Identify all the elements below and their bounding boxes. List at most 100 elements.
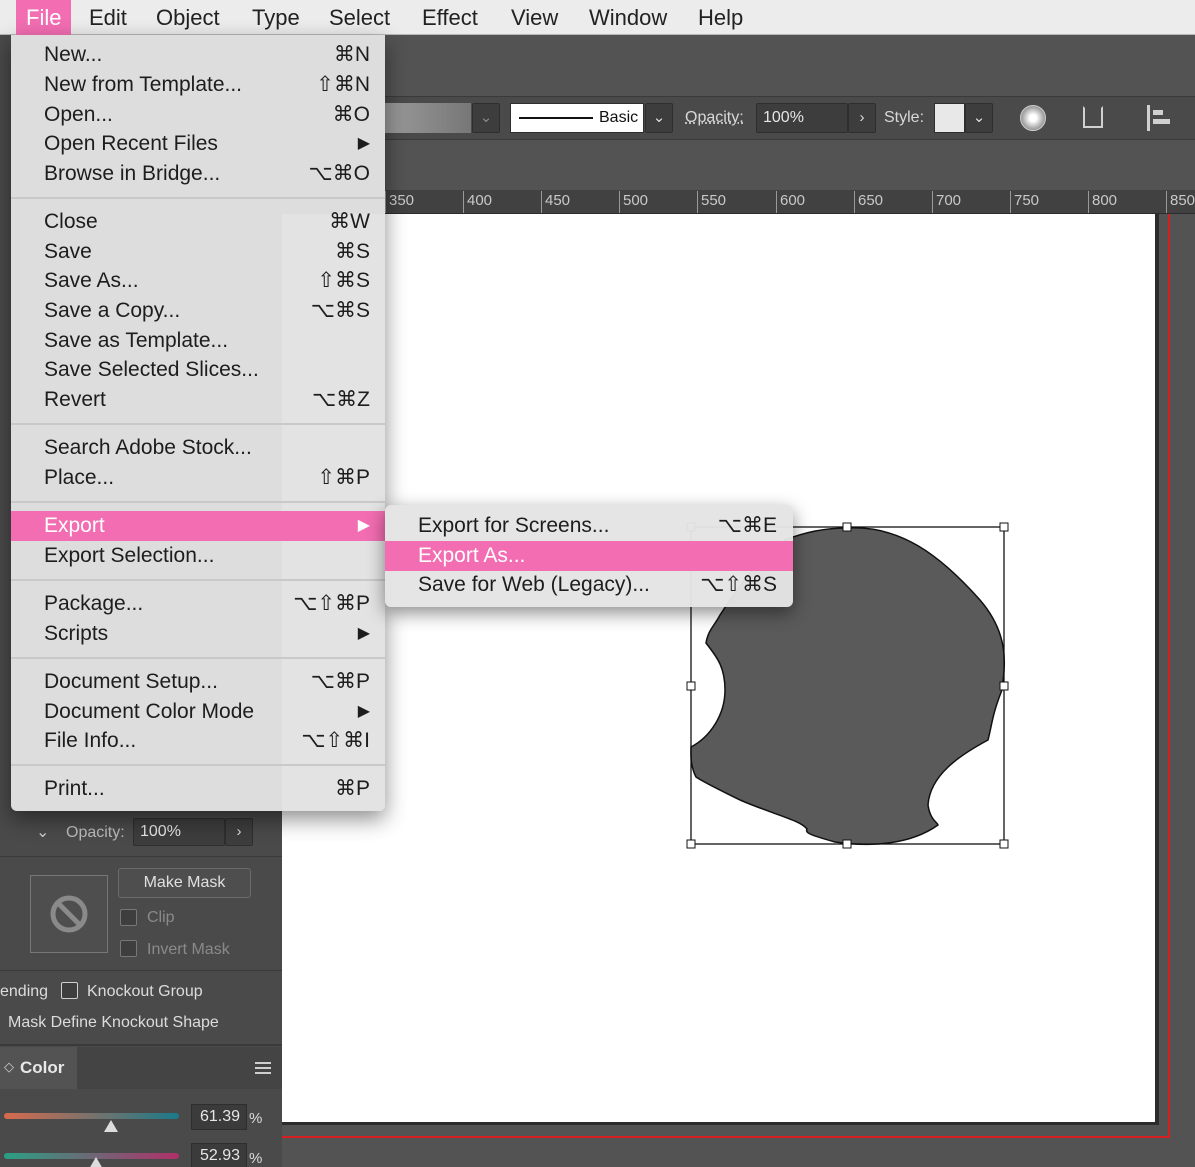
- menu-item-document-color-mode[interactable]: Document Color Mode ▶: [11, 697, 385, 727]
- menu-item-save-for-web[interactable]: Save for Web (Legacy)... ⌥⇧⌘S: [385, 570, 793, 600]
- menu-item-revert[interactable]: Revert ⌥⌘Z: [11, 385, 385, 415]
- menu-view[interactable]: View: [501, 0, 568, 35]
- opacity-field[interactable]: 100%: [133, 818, 225, 846]
- knockout-group-checkbox[interactable]: [61, 982, 78, 999]
- chevron-right-icon[interactable]: ›: [225, 818, 253, 846]
- menu-object[interactable]: Object: [146, 0, 230, 35]
- clip-checkbox[interactable]: [120, 909, 137, 926]
- fill-swatch-gradient[interactable]: [385, 103, 471, 133]
- export-submenu: Export for Screens... ⌥⌘E Export As... Sa…: [385, 505, 793, 607]
- chevron-right-icon[interactable]: ›: [848, 103, 876, 133]
- chevron-down-icon[interactable]: ⌄: [645, 103, 673, 133]
- handle-ml[interactable]: [686, 681, 696, 691]
- handle-bc[interactable]: [842, 839, 852, 849]
- invert-mask-checkbox[interactable]: [120, 940, 137, 957]
- ruler-tick: 700: [932, 191, 961, 213]
- artboard-edge: [282, 1122, 1159, 1125]
- menu-separator: [11, 579, 385, 581]
- opacity-field[interactable]: 100%: [756, 103, 848, 133]
- menu-item-package[interactable]: Package... ⌥⇧⌘P: [11, 589, 385, 619]
- handle-br[interactable]: [999, 839, 1009, 849]
- handle-bl[interactable]: [686, 839, 696, 849]
- menu-item-place[interactable]: Place... ⇧⌘P: [11, 463, 385, 493]
- menu-separator: [11, 423, 385, 425]
- isolate-blending-label: ending: [0, 983, 49, 1000]
- menu-item-export-as[interactable]: Export As...: [385, 541, 793, 571]
- color-value-2[interactable]: 52.93: [191, 1143, 247, 1167]
- menu-item-document-setup[interactable]: Document Setup... ⌥⌘P: [11, 667, 385, 697]
- menu-item-open-recent[interactable]: Open Recent Files ▶: [11, 129, 385, 159]
- make-mask-button[interactable]: Make Mask: [118, 868, 251, 898]
- submenu-arrow-icon: ▶: [357, 517, 370, 534]
- ruler-tick: 500: [619, 191, 648, 213]
- color-slider-1[interactable]: [4, 1113, 179, 1119]
- menu-type[interactable]: Type: [242, 0, 310, 35]
- menu-item-open[interactable]: Open... ⌘O: [11, 100, 385, 130]
- menu-separator: [11, 657, 385, 659]
- ruler-tick: 850: [1166, 191, 1195, 213]
- ruler-tick: 800: [1088, 191, 1117, 213]
- ruler-tick: 350: [385, 191, 414, 213]
- menu-edit[interactable]: Edit: [79, 0, 137, 35]
- menu-item-new-from-template[interactable]: New from Template... ⇧⌘N: [11, 70, 385, 100]
- panel-menu-icon[interactable]: [255, 1060, 273, 1074]
- color-tab-label: Color: [20, 1058, 65, 1077]
- ruler-tick: 550: [697, 191, 726, 213]
- menu-item-browse-in-bridge[interactable]: Browse in Bridge... ⌥⌘O: [11, 159, 385, 189]
- ruler-tick: 600: [776, 191, 805, 213]
- mask-thumbnail[interactable]: [30, 875, 108, 953]
- menu-item-scripts[interactable]: Scripts ▶: [11, 619, 385, 649]
- chevron-down-icon[interactable]: ⌄: [965, 103, 993, 133]
- menu-item-print[interactable]: Print... ⌘P: [11, 774, 385, 804]
- stroke-profile-field[interactable]: Basic: [510, 103, 644, 133]
- submenu-arrow-icon: ▶: [357, 625, 370, 642]
- menu-item-new[interactable]: New... ⌘N: [11, 40, 385, 70]
- style-label: Style:: [884, 109, 925, 126]
- bleed-guide: [1168, 214, 1170, 1138]
- bleed-guide: [282, 1136, 1170, 1138]
- menu-separator: [11, 764, 385, 766]
- menu-item-save-selected-slices[interactable]: Save Selected Slices...: [11, 355, 385, 385]
- handle-mr[interactable]: [999, 681, 1009, 691]
- collapse-toggle-icon: ◇: [4, 1059, 14, 1074]
- stroke-line-preview: [519, 117, 593, 119]
- menu-file[interactable]: File: [16, 0, 72, 35]
- align-left-icon[interactable]: [1147, 105, 1170, 131]
- handle-tc[interactable]: [842, 522, 852, 532]
- color-unit-1: %: [249, 1110, 263, 1127]
- ruler-tick: 450: [541, 191, 570, 213]
- menu-item-close[interactable]: Close ⌘W: [11, 207, 385, 237]
- slider-thumb-icon[interactable]: [89, 1157, 103, 1167]
- tab-color[interactable]: ◇ Color: [0, 1047, 77, 1089]
- ruler-tick: 750: [1010, 191, 1039, 213]
- menu-separator: [11, 501, 385, 503]
- menu-item-export-selection[interactable]: Export Selection...: [11, 541, 385, 571]
- ruler-tick: 400: [463, 191, 492, 213]
- menu-item-file-info[interactable]: File Info... ⌥⇧⌘I: [11, 726, 385, 756]
- chevron-down-icon[interactable]: ⌄: [472, 103, 500, 133]
- menu-item-save-a-copy[interactable]: Save a Copy... ⌥⌘S: [11, 296, 385, 326]
- menu-help[interactable]: Help: [688, 0, 753, 35]
- chevron-down-icon[interactable]: ⌄: [36, 822, 49, 842]
- menu-window[interactable]: Window: [579, 0, 677, 35]
- handle-tr[interactable]: [999, 522, 1009, 532]
- ruler-tick: 650: [854, 191, 883, 213]
- submenu-arrow-icon: ▶: [357, 703, 370, 720]
- artboard-icon[interactable]: [1083, 106, 1103, 128]
- color-value-1[interactable]: 61.39: [191, 1104, 247, 1130]
- slider-thumb-icon[interactable]: [104, 1120, 118, 1132]
- menu-bar: File Edit Object Type Select Effect View…: [0, 0, 1195, 35]
- recolor-artwork-icon[interactable]: [1020, 105, 1046, 131]
- clip-label: Clip: [147, 909, 175, 926]
- style-swatch[interactable]: [934, 103, 965, 133]
- menu-item-search-adobe-stock[interactable]: Search Adobe Stock...: [11, 433, 385, 463]
- menu-item-save-as-template[interactable]: Save as Template...: [11, 326, 385, 356]
- menu-item-export[interactable]: Export ▶: [11, 511, 385, 541]
- menu-effect[interactable]: Effect: [412, 0, 488, 35]
- menu-item-export-for-screens[interactable]: Export for Screens... ⌥⌘E: [385, 511, 793, 541]
- color-unit-2: %: [249, 1150, 263, 1167]
- menu-select[interactable]: Select: [319, 0, 400, 35]
- menu-item-save[interactable]: Save ⌘S: [11, 237, 385, 267]
- menu-item-save-as[interactable]: Save As... ⇧⌘S: [11, 266, 385, 296]
- menu-separator: [11, 197, 385, 199]
